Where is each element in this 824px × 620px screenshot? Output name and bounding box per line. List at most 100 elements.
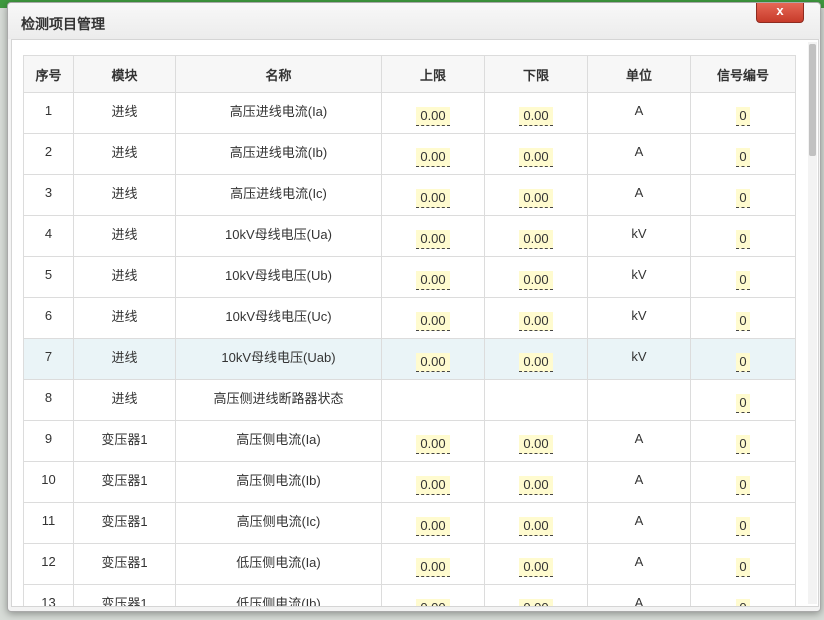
lower-limit-field[interactable]: 0.00 [519,270,553,290]
upper-limit-field[interactable]: 0.00 [416,434,450,454]
lower-limit-field[interactable]: 0.00 [519,229,553,249]
lower-limit-field[interactable]: 0.00 [519,106,553,126]
upper-limit-field[interactable]: 0.00 [416,147,450,167]
row-no-cell: 13 [23,584,74,607]
row-no-cell: 10 [23,461,74,503]
row-unit-text: A [634,553,644,569]
lower-limit-field[interactable]: 0.00 [519,557,553,577]
table-row[interactable]: 5 进线 10kV母线电压(Ub) 0.00 0.00 kV 0 [23,256,796,298]
signal-number-field[interactable]: 0 [736,188,750,208]
row-module-text: 变压器1 [101,554,148,570]
signal-number-cell: 0 [690,174,796,216]
row-unit-text: kV [631,348,647,364]
header-name[interactable]: 名称 [175,55,382,93]
row-name-cell: 高压进线电流(Ic) [175,174,382,216]
row-unit-cell: A [587,92,691,134]
lower-limit-field[interactable]: 0.00 [519,434,553,454]
lower-limit-field[interactable]: 0.00 [519,516,553,536]
upper-limit-field[interactable]: 0.00 [416,516,450,536]
lower-limit-cell [484,379,588,421]
upper-limit-field[interactable]: 0.00 [416,106,450,126]
signal-number-field[interactable]: 0 [736,598,750,606]
table-row[interactable]: 2 进线 高压进线电流(Ib) 0.00 0.00 A 0 [23,133,796,175]
lower-limit-cell: 0.00 [484,133,588,175]
table-row[interactable]: 13 变压器1 低压侧电流(Ib) 0.00 0.00 A 0 [23,584,796,607]
upper-limit-field[interactable]: 0.00 [416,311,450,331]
lower-limit-field[interactable]: 0.00 [519,475,553,495]
upper-limit-cell: 0.00 [381,502,485,544]
header-unit[interactable]: 单位 [587,55,691,93]
upper-limit-field[interactable]: 0.00 [416,270,450,290]
row-name-cell: 高压进线电流(Ia) [175,92,382,134]
table-row[interactable]: 11 变压器1 高压侧电流(Ic) 0.00 0.00 A 0 [23,502,796,544]
row-name-text: 高压进线电流(Ic) [230,185,327,201]
upper-limit-cell [381,379,485,421]
signal-number-field[interactable]: 0 [736,434,750,454]
row-name-text: 高压侧电流(Ic) [236,513,321,529]
row-no-cell: 8 [23,379,74,421]
close-button[interactable]: x [756,3,804,23]
lower-limit-field[interactable]: 0.00 [519,147,553,167]
lower-limit-field[interactable]: 0.00 [519,352,553,372]
table-row[interactable]: 9 变压器1 高压侧电流(Ia) 0.00 0.00 A 0 [23,420,796,462]
upper-limit-field[interactable]: 0.00 [416,188,450,208]
row-unit-text: A [634,471,644,487]
signal-number-field[interactable]: 0 [736,475,750,495]
signal-number-field[interactable]: 0 [736,270,750,290]
signal-number-field[interactable]: 0 [736,106,750,126]
table-row[interactable]: 3 进线 高压进线电流(Ic) 0.00 0.00 A 0 [23,174,796,216]
upper-limit-field[interactable]: 0.00 [416,229,450,249]
signal-number-cell: 0 [690,461,796,503]
upper-limit-field[interactable]: 0.00 [416,475,450,495]
row-no-text: 13 [41,594,56,607]
header-lower[interactable]: 下限 [484,55,588,93]
signal-number-field[interactable]: 0 [736,147,750,167]
upper-limit-field[interactable]: 0.00 [416,598,450,606]
table-row[interactable]: 6 进线 10kV母线电压(Uc) 0.00 0.00 kV 0 [23,297,796,339]
row-no-cell: 12 [23,543,74,585]
table-row[interactable]: 12 变压器1 低压侧电流(Ia) 0.00 0.00 A 0 [23,543,796,585]
row-no-cell: 5 [23,256,74,298]
signal-number-field[interactable]: 0 [736,352,750,372]
row-unit-cell: kV [587,297,691,339]
lower-limit-field[interactable]: 0.00 [519,188,553,208]
lower-limit-field[interactable]: 0.00 [519,311,553,331]
row-no-text: 4 [44,225,53,241]
table-row[interactable]: 4 进线 10kV母线电压(Ua) 0.00 0.00 kV 0 [23,215,796,257]
row-name-cell: 低压侧电流(Ia) [175,543,382,585]
row-name-text: 10kV母线电压(Ub) [225,267,332,283]
header-module[interactable]: 模块 [73,55,176,93]
row-name-cell: 低压侧电流(Ib) [175,584,382,606]
row-unit-cell: kV [587,338,691,380]
row-name-text: 10kV母线电压(Ua) [225,226,332,242]
signal-number-cell: 0 [690,420,796,462]
row-module-text: 变压器1 [101,431,148,447]
row-no-text: 9 [44,430,53,446]
row-module-cell: 变压器1 [73,543,176,585]
signal-number-field[interactable]: 0 [736,516,750,536]
signal-number-field[interactable]: 0 [736,557,750,577]
upper-limit-field[interactable]: 0.00 [416,557,450,577]
lower-limit-cell: 0.00 [484,92,588,134]
scrollbar-thumb[interactable] [809,44,816,156]
signal-number-field[interactable]: 0 [736,311,750,331]
row-no-cell: 3 [23,174,74,216]
table-row[interactable]: 10 变压器1 高压侧电流(Ib) 0.00 0.00 A 0 [23,461,796,503]
upper-limit-field[interactable]: 0.00 [416,352,450,372]
signal-number-field[interactable]: 0 [736,229,750,249]
items-table: 序号 模块 名称 上限 下限 单位 信号编号 1 进线 高压进线电流(Ia) 0.00… [23,55,796,607]
row-no-cell: 1 [23,92,74,134]
lower-limit-field[interactable]: 0.00 [519,598,553,606]
table-row[interactable]: 7 进线 10kV母线电压(Uab) 0.00 0.00 kV 0 [23,338,796,380]
header-no[interactable]: 序号 [23,55,74,93]
header-signal[interactable]: 信号编号 [690,55,796,93]
upper-limit-cell: 0.00 [381,584,485,606]
lower-limit-cell: 0.00 [484,297,588,339]
dialog: 检测项目管理 x 序号 模块 名称 上限 下限 单位 信号编号 1 进线 高压进… [7,2,821,612]
table-row[interactable]: 1 进线 高压进线电流(Ia) 0.00 0.00 A 0 [23,92,796,134]
signal-number-cell: 0 [690,379,796,421]
table-row[interactable]: 8 进线 高压侧进线断路器状态 0 [23,379,796,421]
signal-number-field[interactable]: 0 [736,393,750,413]
scrollbar[interactable] [808,42,817,604]
header-upper[interactable]: 上限 [381,55,485,93]
